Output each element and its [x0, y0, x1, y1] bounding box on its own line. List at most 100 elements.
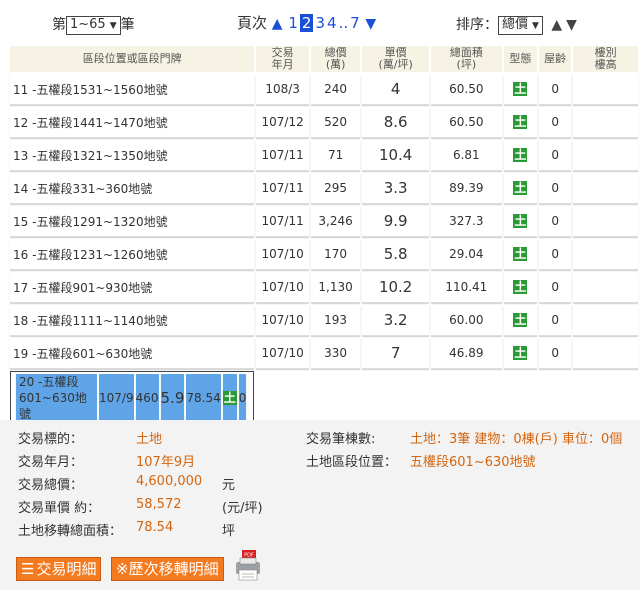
- transfer-history-button[interactable]: ※歷次移轉明細: [111, 557, 224, 581]
- cell-location: 14 -五權段331~360地號: [10, 173, 255, 204]
- land-type-icon: 土: [513, 247, 528, 261]
- cell-unit-price: 9.9: [362, 206, 429, 237]
- cell-floor: [573, 206, 638, 237]
- cell-trade-month: 107/9: [99, 374, 134, 423]
- cell-age: 0: [538, 272, 572, 303]
- cell-age: 0: [538, 74, 572, 105]
- range-select[interactable]: 1~65 ▼: [66, 15, 121, 35]
- cell-trade-month: 107/11: [256, 140, 309, 171]
- cell-total-price: 240: [310, 74, 361, 105]
- cell-age: 0: [538, 206, 572, 237]
- land-type-icon: 土: [513, 346, 528, 360]
- cell-trade-month: 108/3: [256, 74, 309, 105]
- table-row[interactable]: 18 -五權段1111~1140地號 107/10 193 3.2 60.00 土 0: [10, 305, 638, 336]
- page-link-3[interactable]: 3: [315, 14, 325, 32]
- cell-total-price: 520: [310, 107, 361, 138]
- chevron-down-icon: ▼: [109, 20, 117, 31]
- cell-age: 0: [538, 140, 572, 171]
- cell-total-price: 460: [135, 374, 159, 423]
- table-row[interactable]: 17 -五權段901~930地號 107/10 1,130 10.2 110.41 土 0: [10, 272, 638, 303]
- sort-desc-icon[interactable]: ▼: [566, 17, 577, 33]
- cell-total-area: 46.89: [430, 338, 502, 369]
- cell-total-area: 60.50: [430, 74, 502, 105]
- cell-unit-price: 10.4: [362, 140, 429, 171]
- page-label: 頁次: [237, 14, 268, 32]
- cell-location: 12 -五權段1441~1470地號: [10, 107, 255, 138]
- cell-type: 土: [503, 338, 537, 369]
- table-header-col-type: 型態: [503, 46, 537, 72]
- transfer-history-label: ※歷次移轉明細: [116, 560, 219, 578]
- cell-floor: [573, 305, 638, 336]
- sort-asc-icon[interactable]: ▲: [551, 17, 562, 33]
- cell-location: 18 -五權段1111~1140地號: [10, 305, 255, 336]
- cell-type: 土: [503, 107, 537, 138]
- cell-type: 土: [503, 305, 537, 336]
- cell-total-area: 6.81: [430, 140, 502, 171]
- sort-select[interactable]: 總價 ▼: [498, 15, 543, 35]
- table-row[interactable]: 11 -五權段1531~1560地號 108/3 240 4 60.50 土 0: [10, 74, 638, 105]
- cell-unit-price: 7: [362, 338, 429, 369]
- cell-unit-price: 10.2: [362, 272, 429, 303]
- range-suffix: 筆: [120, 17, 135, 33]
- cell-unit-price: 3.2: [362, 305, 429, 336]
- next-page-icon[interactable]: ▼: [365, 16, 376, 32]
- table-header-col-trade-month: 交易 年月: [256, 46, 309, 72]
- cell-location: 17 -五權段901~930地號: [10, 272, 255, 303]
- row-location: -五權段1111~1140地號: [32, 313, 168, 328]
- page-link-2-current[interactable]: 2: [299, 14, 314, 32]
- cell-age: 0: [538, 239, 572, 270]
- pdf-print-icon[interactable]: PDF: [232, 548, 264, 582]
- transaction-table: 區段位置或區段門牌 交易 年月 總價 (萬) 單價 (萬/坪) 總面積 (坪) 型態 屋齡樓…: [8, 44, 640, 428]
- detail-unit-unit: (元/坪): [222, 501, 263, 516]
- transaction-detail-button[interactable]: ☰ 交易明細: [16, 557, 102, 581]
- sort-control: 排序： 總價 ▼ ▲ ▼: [456, 14, 577, 35]
- cell-trade-month: 107/11: [256, 206, 309, 237]
- cell-trade-month: 107/12: [256, 107, 309, 138]
- cell-total-area: 327.3: [430, 206, 502, 237]
- table-header-col-location: 區段位置或區段門牌: [10, 46, 255, 72]
- cell-type: 土: [503, 239, 537, 270]
- cell-total-price: 1,130: [310, 272, 361, 303]
- detail-total-unit: 元: [222, 478, 236, 493]
- table-header-row: 區段位置或區段門牌 交易 年月 總價 (萬) 單價 (萬/坪) 總面積 (坪) 型態 屋齡樓…: [10, 46, 638, 72]
- cell-total-area: 60.00: [430, 305, 502, 336]
- range-picker: 第 1~65 ▼ 筆: [52, 14, 135, 35]
- cell-unit-price: 3.3: [362, 173, 429, 204]
- table-row[interactable]: 16 -五權段1231~1260地號 107/10 170 5.8 29.04 土 0: [10, 239, 638, 270]
- cell-total-price: 71: [310, 140, 361, 171]
- table-row[interactable]: 13 -五權段1321~1350地號 107/11 71 10.4 6.81 土 0: [10, 140, 638, 171]
- table-row[interactable]: 15 -五權段1291~1320地號 107/11 3,246 9.9 327.3 土 0: [10, 206, 638, 237]
- cell-age: 0: [538, 173, 572, 204]
- cell-type: 土: [503, 74, 537, 105]
- table-row[interactable]: 20 -五權段601~630地號 107/9 460 5.9 78.54 土 0: [10, 371, 255, 426]
- transaction-detail-label: 交易明細: [36, 560, 97, 578]
- row-number: 13: [13, 148, 29, 163]
- detail-unit-value: 58,572: [136, 497, 182, 512]
- land-type-icon: 土: [513, 280, 528, 294]
- row-location: -五權段331~360地號: [32, 181, 153, 196]
- detail-count-label: 交易筆棟數:: [306, 432, 376, 447]
- row-number: 16: [13, 247, 29, 262]
- page-link-1[interactable]: 1: [288, 14, 298, 32]
- chevron-down-icon: ▼: [532, 20, 539, 31]
- page-link-4[interactable]: 4: [327, 14, 337, 32]
- cell-total-area: 29.04: [430, 239, 502, 270]
- row-location: -五權段901~930地號: [32, 280, 153, 295]
- prev-page-icon[interactable]: ▲: [272, 16, 283, 32]
- cell-unit-price: 5.8: [362, 239, 429, 270]
- row-location: -五權段1291~1320地號: [32, 214, 168, 229]
- page-link-7[interactable]: 7: [350, 14, 360, 32]
- cell-trade-month: 107/11: [256, 173, 309, 204]
- table-row[interactable]: 19 -五權段601~630地號 107/10 330 7 46.89 土 0: [10, 338, 638, 369]
- row-location: -五權段601~630地號: [32, 346, 153, 361]
- row-location: -五權段1441~1470地號: [32, 115, 168, 130]
- row-number: 18: [13, 313, 29, 328]
- table-row[interactable]: 14 -五權段331~360地號 107/11 295 3.3 89.39 土 0: [10, 173, 638, 204]
- cell-total-price: 330: [310, 338, 361, 369]
- cell-location: 16 -五權段1231~1260地號: [10, 239, 255, 270]
- table-row[interactable]: 12 -五權段1441~1470地號 107/12 520 8.6 60.50 土 0: [10, 107, 638, 138]
- cell-total-area: 60.50: [430, 107, 502, 138]
- row-number: 11: [13, 82, 29, 97]
- land-type-icon: 土: [513, 82, 528, 96]
- cell-location: 13 -五權段1321~1350地號: [10, 140, 255, 171]
